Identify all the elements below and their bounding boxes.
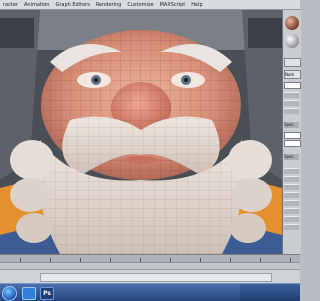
menu-bar: racter Animation Graph Editors Rendering… — [0, 0, 300, 10]
name-label: Nam — [284, 70, 301, 79]
rollout-specular[interactable]: Spec — [284, 122, 299, 128]
windows-start-icon[interactable] — [2, 286, 17, 301]
character-model-render — [0, 10, 282, 254]
panel-row[interactable] — [284, 168, 299, 174]
spinner-field[interactable] — [284, 132, 301, 139]
menu-item-help[interactable]: Help — [188, 2, 205, 8]
panel-row[interactable] — [284, 216, 299, 222]
rollout-specular-2[interactable]: Spec — [284, 154, 299, 160]
spinner-field[interactable] — [284, 140, 301, 147]
photoshop-icon[interactable]: Ps — [40, 287, 54, 300]
panel-row[interactable] — [284, 100, 299, 106]
panel-row[interactable] — [284, 92, 299, 98]
menu-item-animation[interactable]: Animation — [21, 2, 53, 8]
panel-row[interactable] — [284, 200, 299, 206]
system-tray — [240, 284, 300, 301]
photoshop-label: Ps — [43, 290, 51, 297]
name-field[interactable] — [284, 82, 301, 89]
panel-row[interactable] — [284, 192, 299, 198]
menu-item-rendering[interactable]: Rendering — [93, 2, 125, 8]
menu-item-graph-editors[interactable]: Graph Editors — [52, 2, 92, 8]
material-slot-gray[interactable] — [285, 34, 299, 48]
panel-row[interactable] — [284, 176, 299, 182]
panel-row[interactable] — [284, 224, 299, 230]
panel-row[interactable] — [284, 108, 299, 114]
menu-item-customize[interactable]: Customize — [124, 2, 156, 8]
windows-taskbar: Ps — [0, 283, 300, 301]
prompt-line — [40, 273, 272, 282]
panel-button[interactable] — [284, 58, 301, 67]
perspective-viewport[interactable] — [0, 10, 282, 254]
menu-item-maxscript[interactable]: MAXScript — [157, 2, 189, 8]
menu-item-character[interactable]: racter — [0, 2, 21, 8]
material-slot-skin[interactable] — [285, 16, 299, 30]
command-panel: Nam Spec Spec — [282, 10, 301, 254]
panel-row[interactable] — [284, 184, 299, 190]
panel-row[interactable] — [284, 208, 299, 214]
max-app-icon[interactable] — [22, 287, 36, 300]
status-bar — [0, 269, 300, 284]
